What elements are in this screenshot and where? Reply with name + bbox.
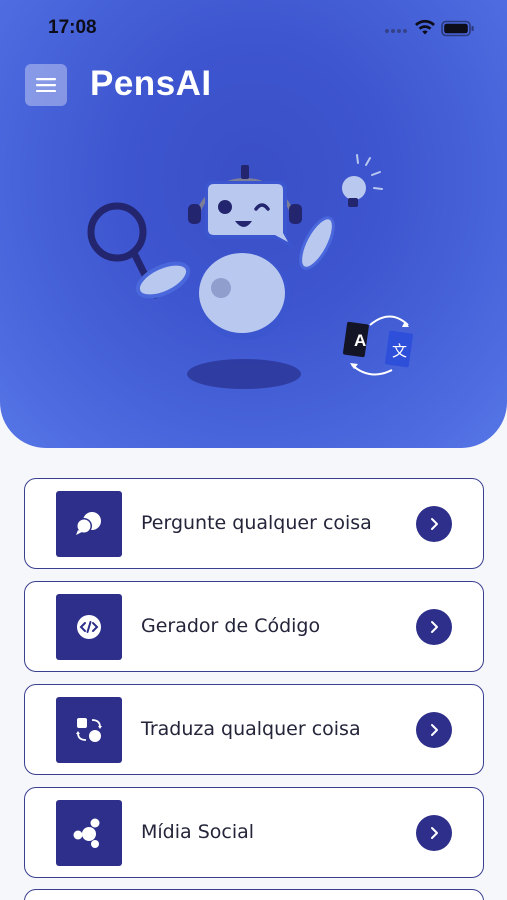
card-label: Gerador de Código (141, 615, 321, 637)
lightbulb-icon (342, 154, 383, 207)
code-icon (56, 594, 122, 660)
menu-card-partial[interactable] (24, 889, 484, 900)
chevron-right-button[interactable] (416, 815, 452, 851)
menu-card-ask[interactable]: Pergunte qualquer coisa (24, 478, 484, 569)
app-title: PensAI (90, 64, 212, 103)
status-bar: 17:08 (0, 0, 507, 58)
chevron-right-icon (431, 724, 438, 736)
translation-icon: A 文 (342, 315, 413, 376)
wifi-icon (415, 19, 435, 35)
chevron-right-icon (431, 827, 438, 839)
translate-icon (56, 697, 122, 763)
chevron-right-button[interactable] (416, 609, 452, 645)
battery-icon (441, 20, 474, 37)
hamburger-icon (36, 78, 56, 92)
menu-button[interactable] (25, 64, 67, 106)
chevron-right-icon (431, 621, 438, 633)
chat-bubbles-icon (56, 491, 122, 557)
menu-card-code[interactable]: Gerador de Código (24, 581, 484, 672)
chevron-right-button[interactable] (416, 712, 452, 748)
card-label: Mídia Social (141, 821, 255, 843)
menu-card-translate[interactable]: Traduza qualquer coisa (24, 684, 484, 775)
chevron-right-icon (431, 518, 438, 530)
card-label: Traduza qualquer coisa (141, 718, 361, 740)
svg-text:A: A (354, 331, 366, 350)
status-time: 17:08 (48, 17, 97, 38)
menu-card-social[interactable]: Mídia Social (24, 787, 484, 878)
hero-header: 17:08 PensAI A 文 (0, 0, 507, 448)
robot-assistant-illustration: A 文 (87, 154, 413, 389)
chevron-right-button[interactable] (416, 506, 452, 542)
signal-dots-icon (385, 29, 407, 33)
card-label: Pergunte qualquer coisa (141, 512, 372, 534)
share-icon (56, 800, 122, 866)
svg-text:文: 文 (392, 342, 407, 360)
